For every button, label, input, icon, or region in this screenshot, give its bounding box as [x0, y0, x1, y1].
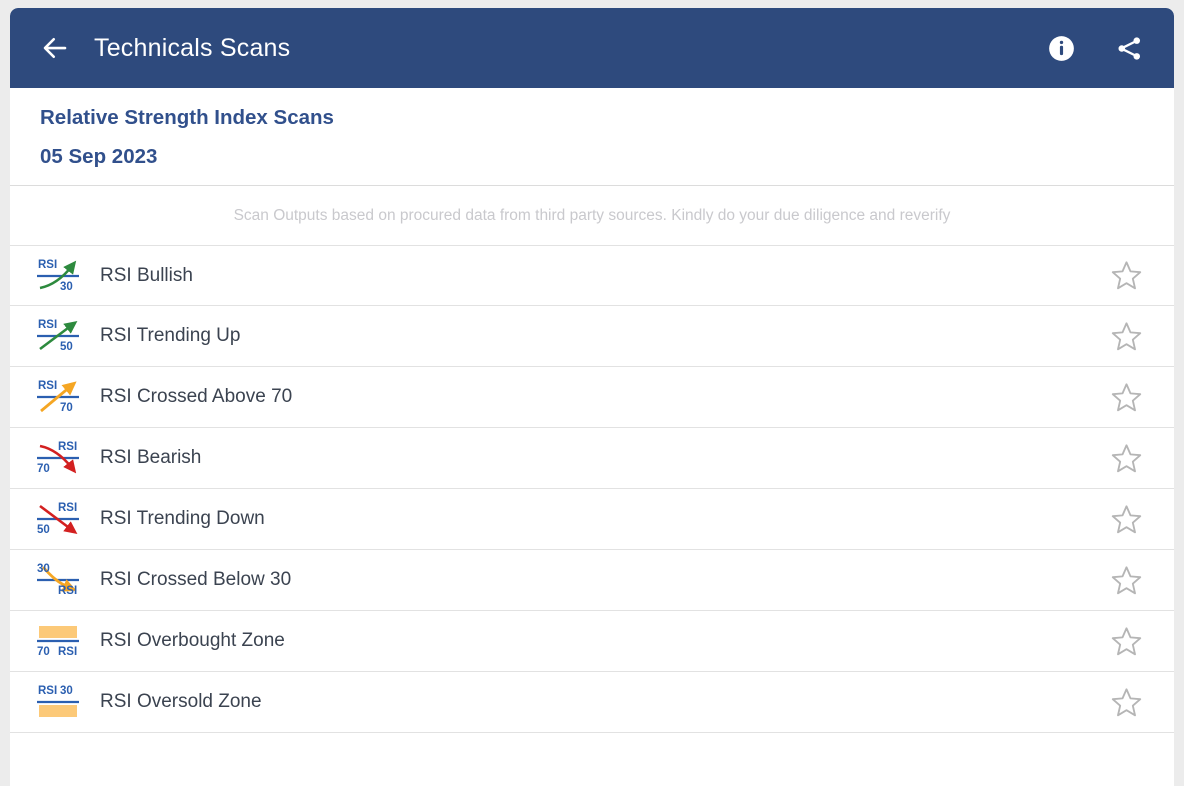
scan-date: 05 Sep 2023 [40, 145, 158, 168]
scan-row-label: RSI Trending Down [100, 508, 265, 529]
bottom-spacer [10, 733, 1174, 786]
scan-row-label: RSI Trending Up [100, 325, 241, 346]
svg-text:30: 30 [37, 563, 50, 575]
favorite-star-button[interactable] [1104, 558, 1148, 602]
scan-row-label: RSI Oversold Zone [100, 691, 262, 712]
star-outline-icon [1111, 321, 1141, 350]
svg-text:70: 70 [60, 402, 73, 414]
app-bar-actions [1044, 31, 1146, 65]
svg-text:50: 50 [60, 341, 73, 353]
svg-text:30: 30 [60, 281, 73, 293]
svg-text:30: 30 [60, 685, 73, 697]
scan-row[interactable]: RSI 30 RSI Bullish [10, 245, 1174, 306]
scan-header: Relative Strength Index Scans 05 Sep 202… [10, 88, 1174, 185]
rsi-trending-up-icon: RSI50 [37, 319, 79, 353]
scan-list: RSI 30 RSI Bullish RSI 50 RSI Trending Up RSI 7… [10, 245, 1174, 733]
scans-page: Technicals Scans Relative Strength Index… [10, 8, 1174, 786]
rsi-oversold-zone-icon-wrap: RSI 30 [32, 681, 84, 723]
scan-row-label: RSI Bearish [100, 447, 202, 468]
svg-text:70: 70 [37, 463, 50, 475]
svg-text:70: 70 [37, 646, 50, 658]
rsi-crossed-below-30-icon-wrap: RSI 30 [32, 559, 84, 601]
rsi-overbought-zone-icon: RSI 70 [37, 626, 79, 658]
scan-row[interactable]: RSI 50 RSI Trending Up [10, 306, 1174, 367]
svg-text:RSI: RSI [38, 380, 57, 392]
favorite-star-button[interactable] [1104, 436, 1148, 480]
star-outline-icon [1111, 504, 1141, 533]
scan-row-label: RSI Bullish [100, 264, 193, 286]
scan-row[interactable]: RSI 70 RSI Overbought Zone [10, 611, 1174, 672]
star-outline-icon [1111, 626, 1141, 655]
favorite-star-button[interactable] [1104, 497, 1148, 541]
rsi-trending-down-icon: RSI 50 [37, 502, 79, 536]
rsi-crossed-above-70-icon: RSI70 [37, 380, 79, 414]
rsi-bearish-icon-wrap: RSI 70 [32, 437, 84, 479]
scan-row[interactable]: RSI 50 RSI Trending Down [10, 489, 1174, 550]
rsi-trending-down-icon-wrap: RSI 50 [32, 498, 84, 540]
rsi-crossed-above-70-icon-wrap: RSI 70 [32, 376, 84, 418]
info-button[interactable] [1044, 31, 1078, 65]
favorite-star-button[interactable] [1104, 314, 1148, 358]
svg-text:RSI: RSI [38, 259, 57, 271]
svg-text:RSI: RSI [58, 441, 77, 453]
favorite-star-button[interactable] [1104, 619, 1148, 663]
favorite-star-button[interactable] [1104, 680, 1148, 724]
arrow-left-icon [43, 37, 67, 59]
share-button[interactable] [1112, 31, 1146, 65]
rsi-bullish-icon: RSI30 [37, 259, 79, 293]
star-outline-icon [1111, 382, 1141, 411]
rsi-trending-up-icon-wrap: RSI 50 [32, 315, 84, 357]
svg-text:50: 50 [37, 524, 50, 536]
favorite-star-button[interactable] [1104, 375, 1148, 419]
rsi-bullish-icon-wrap: RSI 30 [32, 255, 84, 297]
share-icon [1118, 36, 1140, 60]
star-outline-icon [1111, 443, 1141, 472]
disclaimer-text: Scan Outputs based on procured data from… [233, 206, 951, 224]
rsi-crossed-below-30-icon: RSI 30 [37, 563, 79, 597]
star-outline-icon [1111, 565, 1141, 594]
scan-row-label: RSI Crossed Below 30 [100, 569, 292, 590]
info-icon [1048, 35, 1074, 61]
scan-row-label: RSI Overbought Zone [100, 630, 285, 651]
svg-text:RSI: RSI [58, 585, 77, 597]
svg-text:RSI: RSI [38, 319, 57, 331]
favorite-star-button[interactable] [1104, 254, 1148, 298]
page-title: Technicals Scans [94, 33, 291, 62]
scan-row[interactable]: RSI 70 RSI Crossed Above 70 [10, 367, 1174, 428]
rsi-bearish-icon: RSI 70 [37, 441, 79, 475]
star-outline-icon [1111, 687, 1141, 716]
star-outline-icon [1111, 261, 1141, 290]
svg-text:RSI: RSI [38, 685, 57, 697]
svg-text:RSI: RSI [58, 646, 77, 658]
scan-row[interactable]: RSI 30 RSI Crossed Below 30 [10, 550, 1174, 611]
scan-row[interactable]: RSI 70 RSI Bearish [10, 428, 1174, 489]
scan-row-label: RSI Crossed Above 70 [100, 386, 293, 407]
scan-row[interactable]: RSI 30 RSI Oversold Zone [10, 672, 1174, 733]
rsi-oversold-zone-icon: RSI 30 [37, 685, 79, 717]
svg-text:RSI: RSI [58, 502, 77, 514]
back-button[interactable] [34, 27, 76, 69]
rsi-overbought-zone-icon-wrap: RSI 70 [32, 620, 84, 662]
app-bar: Technicals Scans [10, 8, 1174, 88]
scan-category-title: Relative Strength Index Scans [40, 106, 334, 129]
